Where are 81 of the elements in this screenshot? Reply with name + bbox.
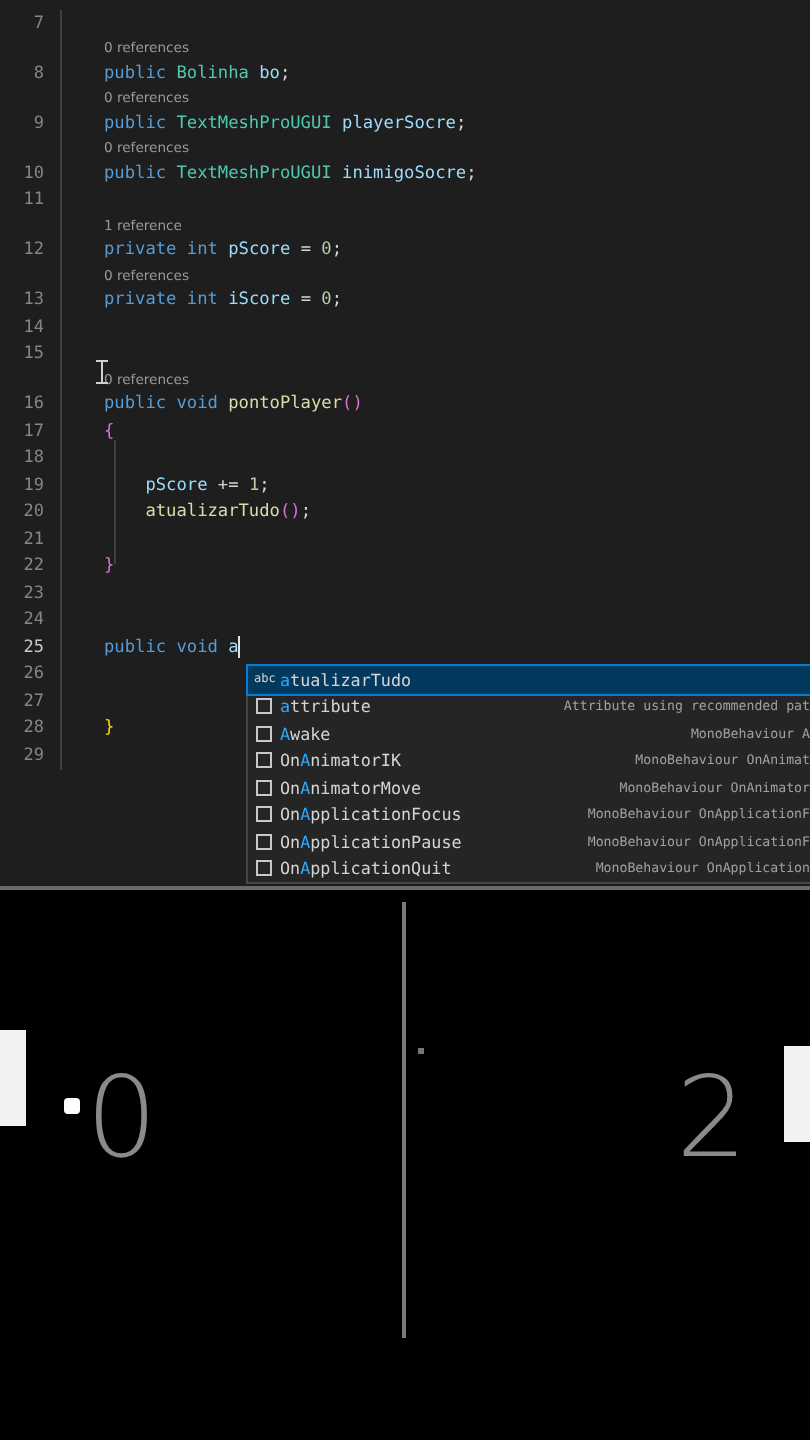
code-token: playerSocre: [342, 113, 456, 134]
line-number: 13: [23, 290, 44, 311]
suggestion-label: OnApplicationQuit: [280, 858, 452, 879]
code-token: private int: [104, 240, 220, 261]
code-token: ;: [455, 113, 467, 134]
code-token: 1: [248, 475, 260, 496]
suggestion-label: OnApplicationFocus: [280, 804, 462, 825]
square-icon: [256, 860, 272, 877]
text-caret: [238, 636, 241, 659]
code-token: Bolinha: [176, 63, 251, 84]
score-text: 2: [676, 1064, 748, 1176]
code-token: inimigoSocre: [342, 163, 467, 184]
line-number: 9: [33, 113, 44, 134]
code-token: ;: [300, 502, 312, 523]
line-number: 29: [23, 745, 44, 766]
suggestion-label: OnAnimatorMove: [280, 777, 422, 798]
text-cursor-icon: [96, 360, 108, 384]
suggestion-label: attribute: [280, 696, 371, 717]
line-number: 25: [23, 637, 44, 658]
line-number: 24: [23, 610, 44, 631]
line-number: 27: [23, 691, 44, 712]
square-icon: [256, 725, 272, 742]
line-number: 17: [23, 421, 44, 442]
right-paddle: [784, 1046, 810, 1142]
line-number: 26: [23, 664, 44, 685]
code-token: TextMeshProUGUI: [176, 163, 334, 184]
code-token: ;: [331, 290, 343, 311]
code-token: ;: [259, 475, 270, 496]
score-text: 0: [86, 1064, 158, 1176]
line-number: 23: [23, 583, 44, 604]
code-token: =: [300, 240, 313, 261]
line-number: 14: [23, 317, 44, 338]
code-token: ;: [331, 240, 343, 261]
code-token: }: [104, 556, 115, 577]
line-number: 19: [23, 475, 44, 496]
code-token: }: [104, 718, 115, 739]
code-token: public: [104, 163, 169, 184]
suggestion-label: Awake: [280, 723, 331, 744]
left-paddle: [0, 1030, 26, 1126]
square-icon: [256, 833, 272, 850]
line-number: 21: [23, 529, 44, 550]
line-number: 20: [23, 502, 44, 523]
suggestion-label: OnApplicationPause: [280, 831, 462, 852]
suggestion-label: OnAnimatorIK: [280, 750, 402, 771]
code-token: 0: [321, 290, 332, 311]
code-token: public: [104, 113, 169, 134]
code-token: bo: [259, 63, 280, 84]
code-token: public void: [104, 394, 220, 415]
code-token: ;: [279, 63, 291, 84]
code-token: pScore: [143, 475, 210, 496]
code-token: 0: [321, 240, 332, 261]
code-token: ;: [466, 163, 477, 184]
code-token: public: [104, 63, 169, 84]
code-token: a: [228, 637, 239, 658]
code-token: private int: [104, 290, 220, 311]
suggestion-label: atualizarTudo: [280, 669, 412, 690]
line-number: 11: [23, 190, 44, 211]
square-icon: [256, 698, 272, 715]
line-number: 22: [23, 556, 44, 577]
code-token: atualizarTudo: [143, 502, 280, 523]
line-number: 12: [23, 240, 44, 261]
code-token: +=: [217, 475, 241, 496]
line-number: 28: [23, 718, 44, 739]
line-number: 10: [23, 163, 44, 184]
code-token: pScore: [228, 240, 293, 261]
line-number: 18: [23, 448, 44, 469]
code-token: public void: [104, 637, 220, 658]
code-token: =: [300, 290, 313, 311]
code-token: pontoPlayer: [228, 394, 343, 415]
line-number: 8: [33, 63, 44, 84]
square-icon: [256, 779, 272, 796]
line-number: 16: [23, 394, 44, 415]
code-token: (): [342, 394, 363, 415]
code-token: iScore: [228, 290, 293, 311]
code-token: {: [104, 421, 115, 442]
code-token: (): [279, 502, 301, 523]
square-icon: [256, 752, 272, 769]
line-number: 7: [33, 13, 44, 34]
square-icon: [256, 806, 272, 823]
code-token: TextMeshProUGUI: [176, 113, 334, 134]
line-number: 15: [23, 344, 44, 365]
